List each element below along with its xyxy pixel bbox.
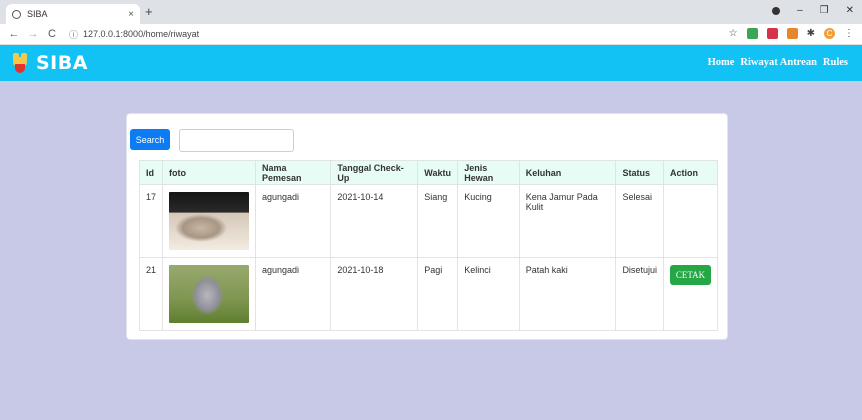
cell-jenis: Kelinci [457, 257, 520, 331]
star-icon[interactable]: ☆ [729, 28, 738, 39]
col-header-id: Id [138, 160, 164, 185]
col-header-tanggal: Tanggal Check-Up [330, 160, 419, 185]
browser-tabbar: SIBA × + – ❐ ✕ [0, 0, 862, 24]
col-header-foto: foto [162, 160, 257, 185]
table-row: 21 agungadi 2021-10-18 Pagi Kelinci Pata… [138, 257, 718, 331]
forward-button[interactable]: → [25, 28, 41, 40]
reload-button[interactable]: C [44, 28, 60, 40]
nav-link-home[interactable]: Home [708, 57, 735, 68]
cell-waktu: Siang [417, 184, 459, 258]
col-header-action: Action [663, 160, 718, 185]
back-button[interactable]: ← [6, 28, 22, 40]
cell-waktu: Pagi [417, 257, 459, 331]
col-header-keluhan: Keluhan [518, 160, 617, 185]
history-card: Search Id foto Nama Pemesan Tanggal Chec… [126, 113, 728, 340]
cell-nama: agungadi [255, 257, 332, 331]
cell-id: 21 [138, 257, 164, 331]
cell-jenis: Kucing [457, 184, 520, 258]
tab-title: SIBA [27, 9, 48, 19]
col-header-waktu: Waktu [417, 160, 459, 185]
window-controls: – ❐ ✕ [772, 5, 854, 16]
rabbit-photo [169, 265, 250, 323]
menu-dots-icon[interactable]: ⋮ [844, 28, 854, 39]
logo-icon [12, 53, 28, 73]
col-header-jenis-hewan: Jenis Hewan [457, 160, 520, 185]
cell-keluhan: Kena Jamur Pada Kulit [518, 184, 617, 258]
nav-link-rules[interactable]: Rules [823, 57, 848, 68]
app-navbar: SIBA Home Riwayat Antrean Rules [0, 45, 862, 81]
cat-photo [169, 192, 250, 250]
nav-links: Home Riwayat Antrean Rules [708, 57, 848, 68]
brand[interactable]: SIBA [12, 52, 88, 74]
col-header-status: Status [615, 160, 664, 185]
browser-tab[interactable]: SIBA × [6, 4, 140, 24]
minimize-button[interactable]: – [797, 5, 803, 16]
cell-keluhan: Patah kaki [518, 257, 617, 331]
url-field[interactable]: ⓘ 127.0.0.1:8000/home/riwayat [69, 28, 199, 41]
search-input[interactable] [179, 129, 294, 152]
col-header-nama-pemesan: Nama Pemesan [255, 160, 332, 185]
table-row: 17 agungadi 2021-10-14 Siang Kucing Kena… [138, 184, 718, 258]
close-window-button[interactable]: ✕ [846, 5, 854, 16]
cell-nama: agungadi [255, 184, 332, 258]
cell-foto [162, 184, 257, 258]
table-header-row: Id foto Nama Pemesan Tanggal Check-Up Wa… [138, 160, 718, 185]
cell-action: CETAK [663, 257, 718, 331]
cell-id: 17 [138, 184, 164, 258]
extension-icon[interactable] [786, 28, 798, 39]
profile-dot-icon[interactable] [772, 6, 781, 15]
new-tab-button[interactable]: + [145, 4, 153, 19]
cell-tanggal: 2021-10-14 [330, 184, 419, 258]
url-text: 127.0.0.1:8000/home/riwayat [83, 29, 200, 39]
extension-bar: ☆ ✱ C ⋮ [729, 28, 854, 39]
puzzle-icon[interactable]: ✱ [807, 28, 815, 39]
extension-icon[interactable] [766, 28, 778, 39]
tab-close-icon[interactable]: × [128, 9, 134, 20]
address-bar: ← → C ⓘ 127.0.0.1:8000/home/riwayat ☆ ✱ … [0, 24, 862, 45]
extension-icon[interactable] [746, 28, 758, 39]
restore-button[interactable]: ❐ [820, 5, 829, 16]
cell-foto [162, 257, 257, 331]
cell-tanggal: 2021-10-18 [330, 257, 419, 331]
history-table: Id foto Nama Pemesan Tanggal Check-Up Wa… [138, 160, 718, 331]
globe-icon [12, 9, 21, 19]
search-button[interactable]: Search [130, 129, 170, 150]
nav-link-riwayat-antrean[interactable]: Riwayat Antrean [740, 57, 817, 68]
brand-name: SIBA [36, 52, 88, 74]
cell-status: Disetujui [615, 257, 664, 331]
cetak-button[interactable]: CETAK [670, 265, 711, 285]
profile-icon[interactable]: C [824, 28, 835, 39]
info-icon[interactable]: ⓘ [69, 28, 78, 41]
cell-action [663, 184, 718, 258]
cell-status: Selesai [615, 184, 664, 258]
